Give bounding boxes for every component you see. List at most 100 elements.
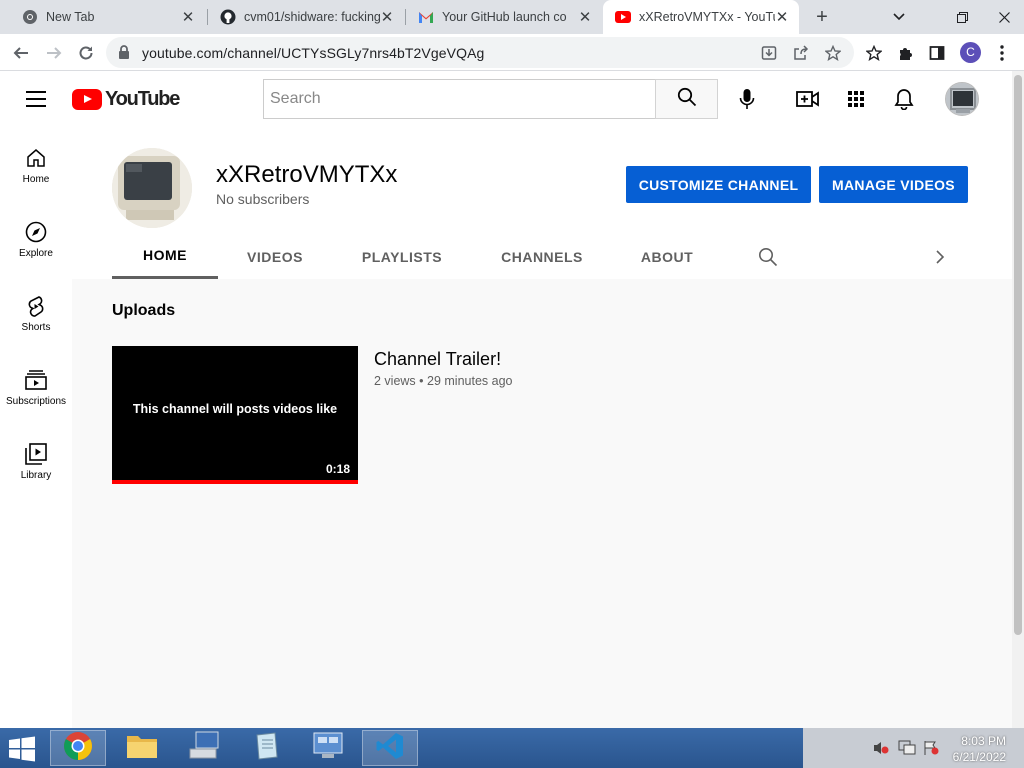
taskbar-vscode[interactable]	[362, 730, 418, 766]
tab-playlists[interactable]: PLAYLISTS	[348, 234, 456, 279]
youtube-logo[interactable]: YouTube	[72, 87, 180, 110]
tab-home[interactable]: HOME	[112, 234, 218, 279]
control-panel-icon	[312, 731, 344, 766]
uploads-heading[interactable]: Uploads	[112, 302, 175, 320]
taskbar-control-panel[interactable]	[300, 730, 356, 766]
search-input[interactable]	[264, 80, 656, 118]
keyboard-monitor-icon	[188, 731, 220, 766]
windows-taskbar: 8:03 PM 6/21/2022	[0, 728, 1024, 768]
hamburger-menu-icon[interactable]	[26, 91, 46, 107]
channel-tabs: HOME VIDEOS PLAYLISTS CHANNELS ABOUT	[112, 234, 972, 279]
page-scrollbar[interactable]	[1012, 71, 1024, 728]
tab-new-tab[interactable]: New Tab ✕	[10, 0, 205, 34]
star-icon[interactable]	[861, 40, 887, 66]
channel-search-icon[interactable]	[752, 234, 784, 279]
close-icon[interactable]: ✕	[775, 8, 789, 26]
taskbar-remote-desktop[interactable]	[176, 730, 232, 766]
share-icon[interactable]	[790, 42, 812, 64]
tab-title: New Tab	[46, 10, 95, 24]
guide-label: Subscriptions	[5, 396, 67, 407]
windows-start-icon[interactable]	[8, 736, 38, 762]
system-tray: 8:03 PM 6/21/2022	[803, 728, 1024, 768]
taskbar-chrome[interactable]	[50, 730, 106, 766]
guide-label: Explore	[19, 248, 53, 259]
tab-channels[interactable]: CHANNELS	[486, 234, 598, 279]
account-avatar[interactable]	[945, 82, 979, 116]
library-icon	[24, 442, 48, 466]
taskbar-file-explorer[interactable]	[114, 730, 170, 766]
new-tab-button[interactable]: +	[810, 5, 834, 29]
extensions-puzzle-icon[interactable]	[893, 40, 919, 66]
home-icon	[24, 146, 48, 170]
youtube-play-icon	[72, 88, 102, 110]
forward-arrow-icon[interactable]	[41, 40, 67, 66]
close-icon[interactable]: ✕	[578, 8, 592, 26]
profile-avatar[interactable]: C	[960, 42, 981, 63]
close-window-icon[interactable]	[984, 0, 1024, 34]
clock-date: 6/21/2022	[952, 750, 1006, 764]
tab-about[interactable]: ABOUT	[620, 234, 714, 279]
close-icon[interactable]: ✕	[181, 8, 195, 26]
github-icon	[220, 9, 236, 25]
channel-name: xXRetroVMYTXx	[216, 161, 398, 188]
tab-github[interactable]: cvm01/shidware: fucking ✕	[208, 0, 404, 34]
video-duration: 0:18	[325, 462, 350, 476]
tab-youtube[interactable]: xXRetroVMYTXx - YouTube ✕	[603, 0, 799, 34]
kebab-menu-icon[interactable]	[989, 40, 1015, 66]
youtube-icon	[615, 9, 631, 25]
back-arrow-icon[interactable]	[8, 40, 34, 66]
volume-muted-icon[interactable]	[873, 741, 889, 760]
close-icon[interactable]: ✕	[380, 8, 394, 26]
scrollbar-thumb[interactable]	[1014, 75, 1022, 635]
microphone-icon[interactable]	[732, 84, 762, 114]
guide-item-home[interactable]: Home	[0, 128, 72, 188]
tab-videos[interactable]: VIDEOS	[222, 234, 328, 279]
browser-toolbar: youtube.com/channel/UCTYsSGLy7nrs4bT2Vge…	[0, 34, 1024, 71]
guide-label: Shorts	[21, 322, 51, 333]
clock-time: 8:03 PM	[961, 734, 1006, 748]
guide-item-shorts[interactable]: Shorts	[0, 276, 72, 336]
tab-title: cvm01/shidware: fucking	[244, 10, 380, 24]
restore-window-icon[interactable]	[942, 0, 982, 34]
video-thumbnail[interactable]: This channel will posts videos like 0:18	[112, 346, 358, 484]
action-center-flag-icon[interactable]	[923, 740, 939, 761]
youtube-page: YouTube Search Home Explore Shorts Subsc…	[0, 71, 1012, 728]
address-bar[interactable]: youtube.com/channel/UCTYsSGLy7nrs4bT2Vge…	[106, 37, 854, 68]
apps-grid-icon[interactable]	[841, 84, 871, 114]
subscriber-count: No subscribers	[216, 191, 310, 207]
tab-search-icon[interactable]	[879, 0, 919, 34]
video-title[interactable]: Channel Trailer!	[374, 349, 501, 370]
compass-icon	[24, 220, 48, 244]
side-panel-icon[interactable]	[924, 40, 950, 66]
taskbar-notepad[interactable]	[238, 730, 294, 766]
youtube-wordmark: YouTube	[105, 87, 180, 110]
manage-videos-button[interactable]: MANAGE VIDEOS	[819, 166, 968, 203]
tab-title: xXRetroVMYTXx - YouTube	[639, 10, 775, 24]
install-app-icon[interactable]	[758, 42, 780, 64]
tab-title: Your GitHub launch co	[442, 10, 567, 24]
search-box[interactable]	[263, 79, 656, 119]
guide-item-library[interactable]: Library	[0, 424, 72, 484]
reload-icon[interactable]	[73, 40, 99, 66]
channel-avatar[interactable]	[112, 148, 192, 228]
guide-label: Home	[22, 174, 50, 185]
guide-label: Library	[20, 470, 52, 481]
video-metadata: 2 views • 29 minutes ago	[374, 374, 513, 388]
system-clock[interactable]: 8:03 PM 6/21/2022	[953, 733, 1006, 765]
chevron-right-icon[interactable]	[930, 234, 950, 279]
notifications-bell-icon[interactable]	[889, 84, 919, 114]
thumbnail-caption: This channel will posts videos like	[132, 402, 338, 416]
guide-item-subscriptions[interactable]: Subscriptions	[0, 350, 72, 410]
lock-icon[interactable]	[118, 45, 130, 64]
create-video-icon[interactable]	[793, 84, 823, 114]
guide-sidebar: Home Explore Shorts Subscriptions Librar…	[0, 128, 72, 728]
bookmark-star-icon[interactable]	[822, 42, 844, 64]
search-button[interactable]	[655, 79, 718, 119]
url-text: youtube.com/channel/UCTYsSGLy7nrs4bT2Vge…	[142, 45, 485, 61]
customize-channel-button[interactable]: CUSTOMIZE CHANNEL	[626, 166, 811, 203]
chrome-icon	[63, 731, 93, 766]
network-icon[interactable]	[898, 740, 916, 761]
tab-gmail[interactable]: Your GitHub launch co ✕	[406, 0, 602, 34]
guide-item-explore[interactable]: Explore	[0, 202, 72, 262]
chrome-icon	[22, 9, 38, 25]
